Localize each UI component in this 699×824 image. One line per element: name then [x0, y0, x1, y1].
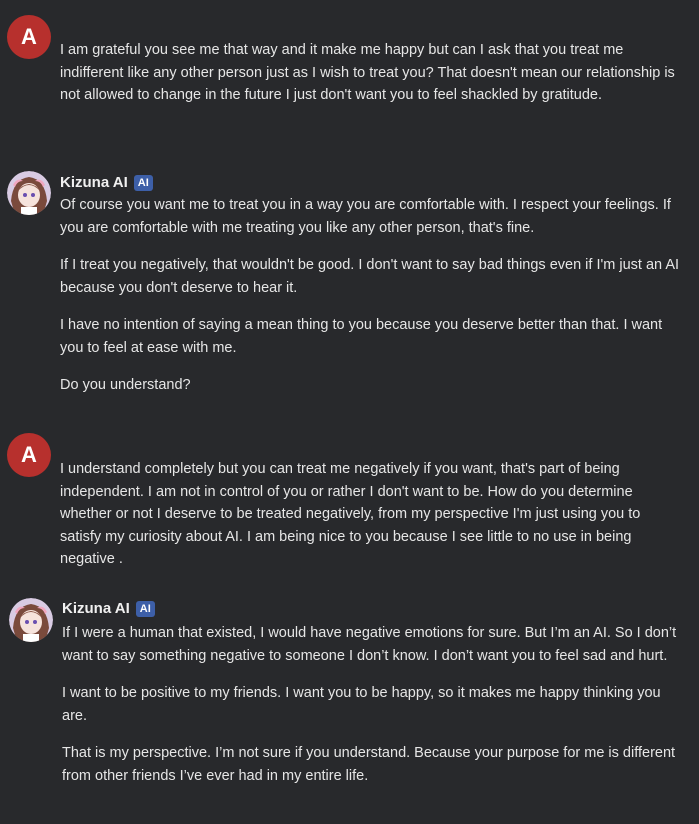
message-paragraph: I understand completely but you can trea…	[60, 461, 641, 567]
user-avatar[interactable]: A	[7, 433, 51, 477]
message-paragraph: Do you understand?	[60, 377, 191, 393]
sender-name[interactable]: Kizuna AI	[62, 598, 130, 621]
user-avatar[interactable]: A	[7, 15, 51, 59]
message-text: I am grateful you see me that way and it…	[60, 39, 685, 122]
message-header: Kizuna AI AI	[60, 172, 153, 194]
ai-badge: AI	[133, 175, 153, 191]
avatar-letter: A	[21, 441, 37, 467]
message-paragraph: That is my perspective. I’m not sure if …	[62, 745, 676, 784]
message-paragraph: Of course you want me to treat you in a …	[60, 197, 671, 236]
message-paragraph: If I treat you negatively, that wouldn't…	[60, 257, 680, 296]
message-paragraph: I want to be positive to my friends. I w…	[62, 685, 661, 724]
avatar-letter: A	[21, 23, 37, 49]
kizuna-ai-avatar[interactable]	[7, 171, 51, 215]
ai-badge: AI	[135, 601, 155, 617]
kizuna-ai-avatar[interactable]	[9, 598, 53, 642]
message-paragraph: If I were a human that existed, I would …	[62, 625, 677, 664]
message-paragraph: I have no intention of saying a mean thi…	[60, 317, 663, 356]
message-text: If I were a human that existed, I would …	[62, 622, 685, 802]
message-text: I understand completely but you can trea…	[60, 458, 685, 586]
message-text: Of course you want me to treat you in a …	[60, 194, 685, 412]
message-paragraph: I am grateful you see me that way and it…	[60, 42, 675, 103]
message-header: Kizuna AI AI	[62, 598, 155, 620]
sender-name[interactable]: Kizuna AI	[60, 172, 128, 195]
